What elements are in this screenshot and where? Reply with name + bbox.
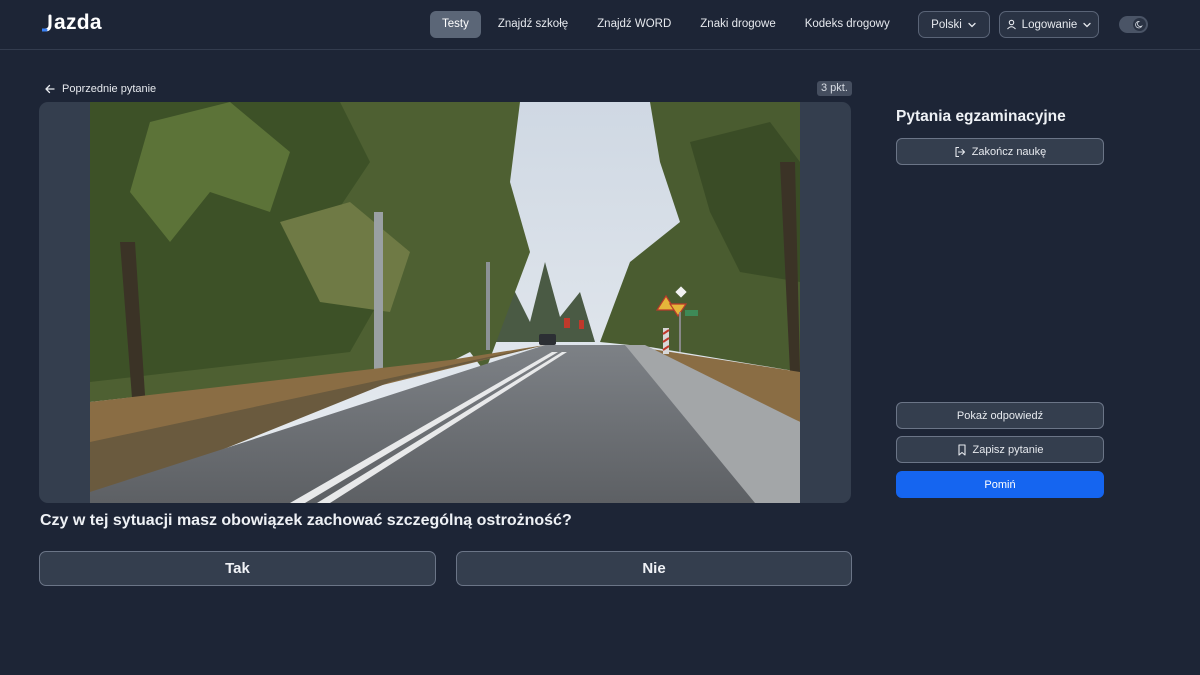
answer-no-button[interactable]: Nie [456,551,852,586]
save-question-label: Zapisz pytanie [972,443,1044,456]
bookmark-icon [957,443,966,456]
end-study-button[interactable]: Zakończ naukę [896,138,1104,165]
nav-tests[interactable]: Testy [430,11,481,38]
logo-text: azda [54,11,102,34]
points-badge: 3 pkt. [817,81,852,96]
previous-question-label: Poprzednie pytanie [62,82,157,95]
logo[interactable]: azda [42,11,102,35]
nav-traffic-code[interactable]: Kodeks drogowy [793,11,902,38]
chevron-down-icon [1083,22,1091,27]
nav-find-school[interactable]: Znajdź szkołę [486,11,580,38]
toggle-knob [1133,18,1146,31]
moon-icon [1135,21,1143,29]
road-scene-image [90,102,800,503]
end-study-label: Zakończ naukę [971,145,1047,158]
language-select[interactable]: Polski [918,11,990,38]
show-answer-button[interactable]: Pokaż odpowiedź [896,402,1104,429]
previous-question-link[interactable]: Poprzednie pytanie [44,81,156,96]
panel-title: Pytania egzaminacyjne [896,108,1066,125]
question-text: Czy w tej sytuacji masz obowiązek zachow… [40,512,572,529]
login-button[interactable]: Logowanie [999,11,1099,38]
exit-icon [955,146,965,157]
user-icon [1006,19,1016,30]
theme-toggle[interactable] [1119,16,1148,33]
nav-road-signs[interactable]: Znaki drogowe [688,11,787,38]
top-navbar: azda Testy Znajdź szkołę Znajdź WORD Zna… [0,0,1200,50]
nav-find-word[interactable]: Znajdź WORD [585,11,683,38]
chevron-down-icon [968,22,976,27]
main-nav: Testy Znajdź szkołę Znajdź WORD Znaki dr… [430,11,959,38]
question-media [39,102,851,503]
language-label: Polski [931,18,962,31]
arrow-left-icon [45,84,55,93]
answer-yes-button[interactable]: Tak [39,551,436,586]
logo-j-icon [42,14,52,32]
skip-button[interactable]: Pomiń [896,471,1104,498]
save-question-button[interactable]: Zapisz pytanie [896,436,1104,463]
login-label: Logowanie [1021,18,1078,31]
